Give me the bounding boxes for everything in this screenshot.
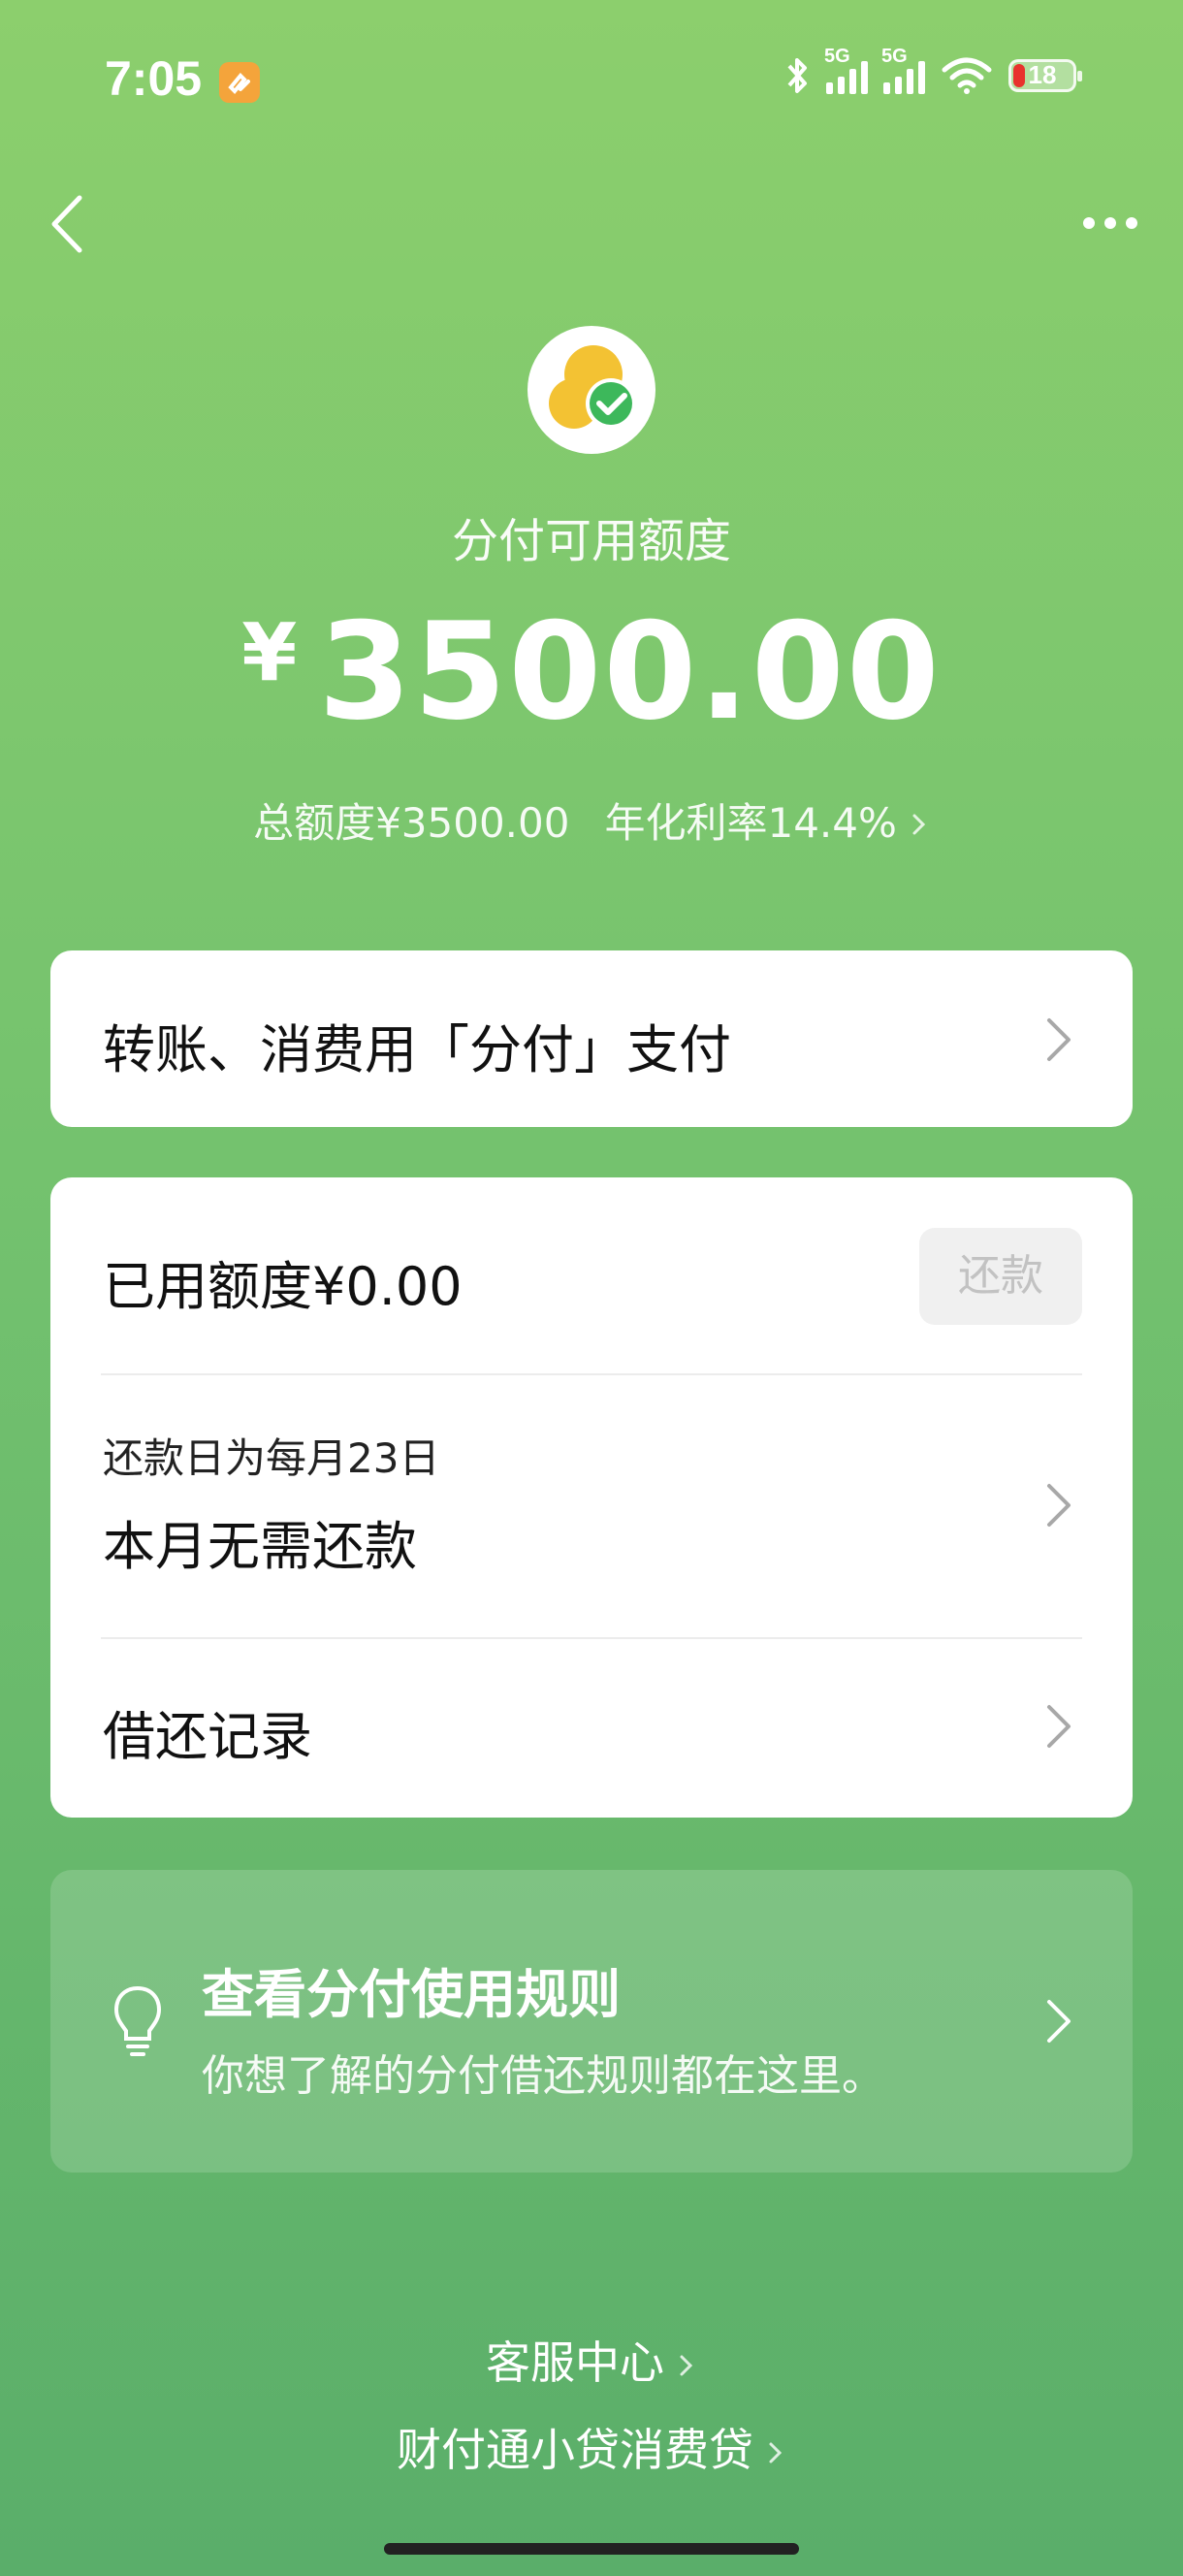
repay-info-row[interactable]: 还款日为每月23日 本月无需还款 xyxy=(50,1375,1133,1637)
wifi-icon xyxy=(942,57,992,94)
rules-subtitle: 你想了解的分付借还规则都在这里。 xyxy=(202,2051,884,2101)
bluetooth-icon xyxy=(787,58,807,93)
chevron-right-icon xyxy=(1047,1705,1071,1748)
lender-info-link[interactable]: 财付通小贷消费贷 xyxy=(0,2415,1183,2479)
total-limit: 总额度¥3500.00 xyxy=(253,799,570,847)
lightbulb-icon xyxy=(113,1985,162,2056)
status-icons: 5G 5G 18 xyxy=(783,46,1082,95)
status-time: 7:05 xyxy=(105,51,203,106)
chevron-right-icon xyxy=(1047,1018,1071,1061)
repay-button[interactable]: 还款 xyxy=(919,1228,1082,1325)
amount-value: 3500.00 xyxy=(318,594,942,750)
used-limit: 已用额度¥0.00 xyxy=(103,1256,463,1317)
battery-icon: 18 xyxy=(1008,59,1082,92)
annual-rate-link[interactable]: 年化利率14.4% xyxy=(604,799,929,847)
signal-2-icon: 5G xyxy=(881,46,925,94)
usage-card: 已用额度¥0.00 还款 还款日为每月23日 本月无需还款 借还记录 xyxy=(50,1177,1133,1818)
available-amount: ¥3500.00 xyxy=(0,594,1183,750)
repay-status: 本月无需还款 xyxy=(103,1516,417,1577)
rules-title: 查看分付使用规则 xyxy=(202,1964,621,2025)
chevron-right-icon xyxy=(680,2355,693,2376)
limit-info: 总额度¥3500.00 年化利率14.4% xyxy=(0,790,1183,850)
pay-with-fenfu-card[interactable]: 转账、消费用「分付」支付 xyxy=(50,950,1133,1127)
more-options-button[interactable] xyxy=(1076,204,1144,242)
records-label: 借还记录 xyxy=(103,1706,312,1767)
available-limit-label: 分付可用额度 xyxy=(451,514,731,568)
signal-1-icon: 5G xyxy=(824,46,868,94)
records-row[interactable]: 借还记录 xyxy=(50,1639,1133,1818)
currency-symbol: ¥ xyxy=(241,607,298,699)
chevron-right-icon xyxy=(769,2442,783,2463)
repay-day: 还款日为每月23日 xyxy=(103,1434,440,1482)
home-indicator[interactable] xyxy=(384,2543,799,2555)
more-dot-icon xyxy=(1083,217,1095,229)
usage-rules-card[interactable]: 查看分付使用规则 你想了解的分付借还规则都在这里。 xyxy=(50,1870,1133,2173)
app-notification-icon xyxy=(219,62,260,103)
chevron-right-icon xyxy=(912,814,926,835)
chevron-right-icon xyxy=(1047,2000,1071,2043)
chevron-right-icon xyxy=(1047,1484,1071,1527)
pay-with-fenfu-label: 转账、消费用「分付」支付 xyxy=(103,1019,731,1080)
chevron-left-icon xyxy=(51,195,82,253)
fenfu-logo xyxy=(528,326,655,454)
back-button[interactable] xyxy=(47,192,105,256)
customer-service-link[interactable]: 客服中心 xyxy=(0,2328,1183,2392)
